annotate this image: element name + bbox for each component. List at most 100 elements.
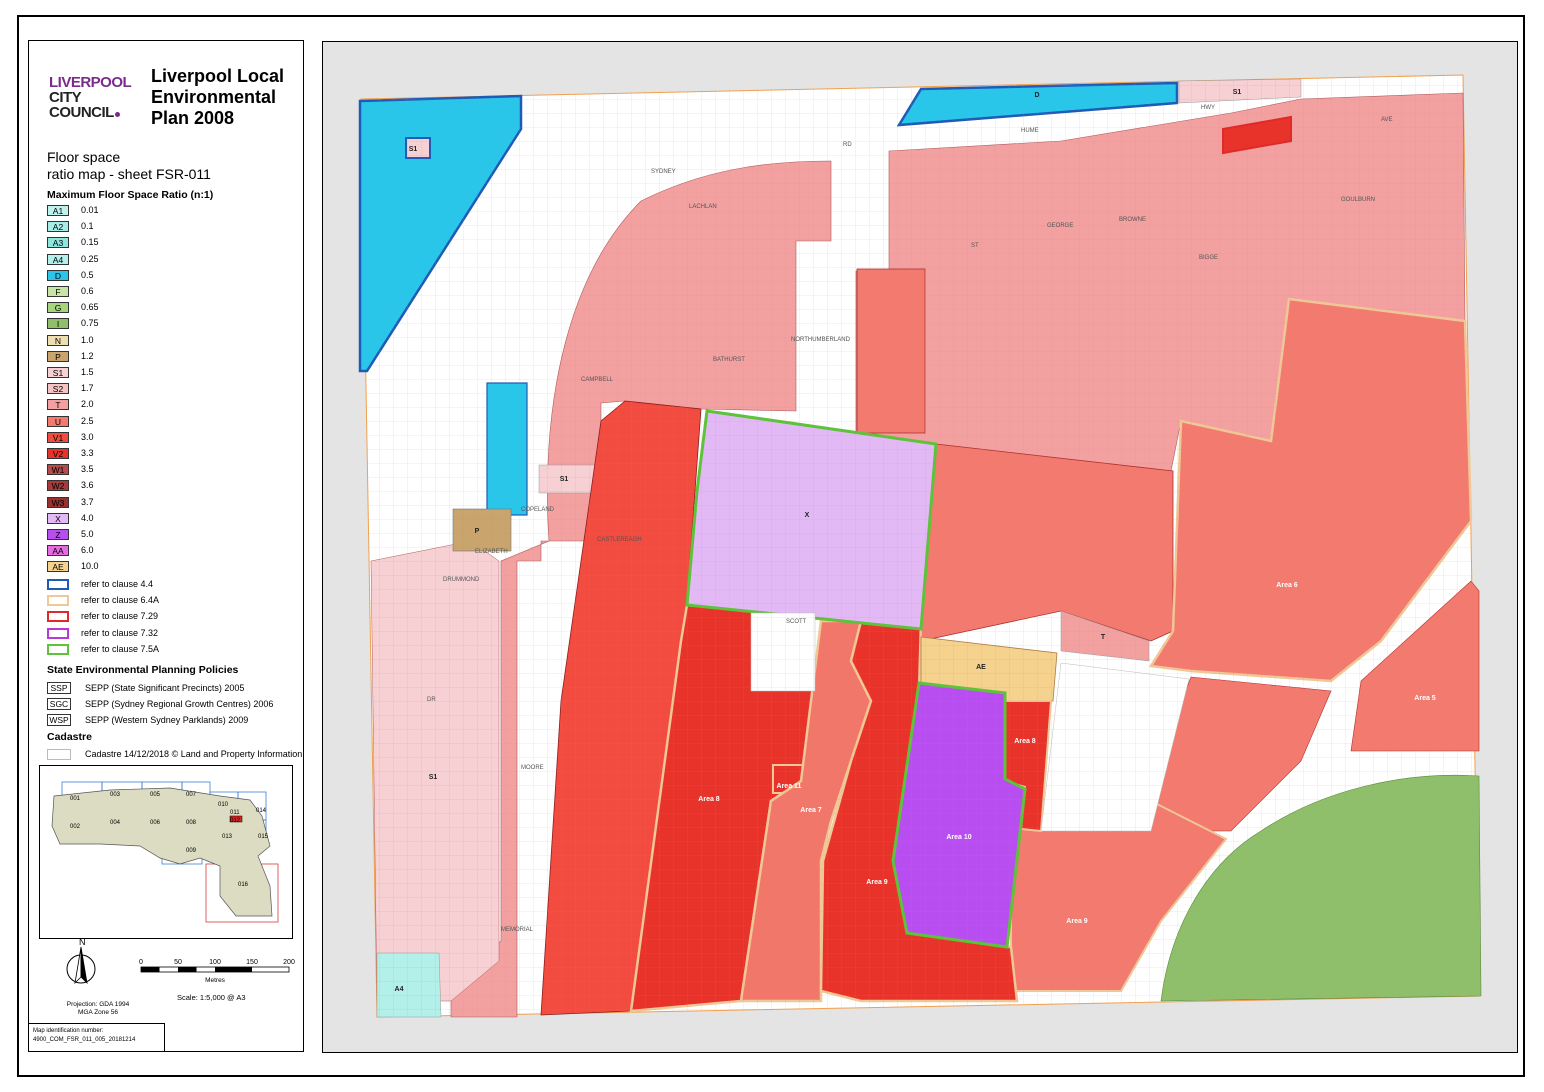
map-zone-label: T	[1101, 634, 1106, 641]
legend-swatch: S2	[47, 383, 69, 395]
keymap-sheet-label: 013	[222, 834, 233, 840]
legend-swatch: AA	[47, 545, 69, 557]
legend-value: 0.1	[81, 221, 94, 232]
legend-swatch: X	[47, 512, 69, 524]
key-map: 001 002 003 004 005 006 007 008 009 010 011 012 013 0…	[39, 765, 293, 939]
fsr-legend-heading: Maximum Floor Space Ratio (n:1)	[47, 189, 214, 201]
legend-swatch: W2	[47, 480, 69, 492]
map-zone-label: X	[805, 512, 810, 519]
street-label: COPELAND	[521, 507, 555, 513]
clause-label: refer to clause 7.5A	[81, 643, 160, 654]
keymap-sheet-label: 006	[150, 820, 161, 826]
scale-text: Scale: 1:5,000 @ A3	[177, 993, 246, 1002]
plan-title-line-1: Liverpool Local	[151, 66, 285, 86]
map-zone-label: Area 9	[866, 879, 888, 886]
sepp-label: SEPP (Western Sydney Parklands) 2009	[85, 715, 249, 725]
legend-value: 3.0	[81, 431, 94, 442]
legend-value: 0.65	[81, 302, 99, 313]
clause-swatch	[47, 611, 69, 623]
map-zone-label: S1	[429, 774, 438, 781]
scale-tick-label: 200	[283, 959, 295, 966]
cadastre-heading: Cadastre	[47, 731, 92, 743]
plan-title-line-2: Environmental	[151, 87, 277, 107]
legend-swatch: AE	[47, 561, 69, 573]
street-label: CASTLEREAGH	[597, 537, 642, 543]
keymap-sheet-label: 004	[110, 820, 121, 826]
cadastre-label: Cadastre 14/12/2018 © Land and Property …	[85, 749, 303, 759]
legend-sepp-wsp: WSP SEPP (Western Sydney Parklands) 2009	[47, 714, 307, 727]
sheet-title: Floor space ratio map - sheet FSR-011	[47, 149, 297, 183]
clause-label: refer to clause 7.29	[81, 611, 159, 622]
keymap-sheet-label: 001	[70, 796, 81, 802]
north-arrow-icon	[66, 946, 96, 985]
legend-value: 1.0	[81, 334, 94, 345]
sepp-swatch: SGC	[47, 698, 71, 710]
keymap-sheet-label: 009	[186, 848, 197, 854]
sepp-label: SEPP (State Significant Precincts) 2005	[85, 683, 245, 693]
map-zone-label: Area 9	[1066, 918, 1088, 925]
legend-swatch: P	[47, 350, 69, 362]
street-label: DR	[427, 697, 436, 703]
street-label: SCOTT	[786, 619, 807, 625]
legend-value: 3.7	[81, 496, 94, 507]
legend-value: 1.7	[81, 383, 94, 394]
logo-line-1: LIVERPOOL	[49, 74, 132, 91]
street-label: DRUMMOND	[443, 577, 480, 583]
keymap-sheet-label: 005	[150, 792, 161, 798]
keymap-sheet-label: 016	[238, 882, 249, 888]
map-zone-label: Area 11	[777, 783, 802, 790]
legend-swatch: S1	[47, 367, 69, 378]
legend-value: 3.6	[81, 480, 94, 491]
sheet-title-line-2: ratio map - sheet FSR-011	[47, 166, 211, 182]
sheet-title-line-1: Floor space	[47, 149, 121, 165]
cadastre-legend-row: Cadastre 14/12/2018 © Land and Property …	[47, 749, 307, 762]
map-zone-label: Area 8	[1014, 738, 1036, 745]
sepp-heading: State Environmental Planning Policies	[47, 664, 239, 676]
legend-value: 0.5	[81, 269, 94, 280]
keymap-sheet-label: 002	[70, 824, 81, 830]
scale-tick-label: 50	[174, 959, 182, 966]
legend-value: 4.0	[81, 512, 94, 523]
street-label: BATHURST	[713, 357, 745, 363]
keymap-sheet-label: 008	[186, 820, 197, 826]
legend-value: 3.3	[81, 448, 94, 458]
clause-label: refer to clause 4.4	[81, 579, 154, 589]
sepp-swatch: WSP	[47, 714, 71, 726]
legend-swatch: V1	[47, 431, 69, 443]
keymap-sheet-label: 014	[256, 808, 267, 814]
map-id-box: Map identification number: 4900_COM_FSR_…	[29, 1023, 165, 1051]
legend-panel: LIVERPOOL CITY COUNCIL Liverpool Local E…	[28, 40, 304, 1052]
street-label: MEMORIAL	[501, 927, 534, 933]
map-id-value: 4900_COM_FSR_011_005_20181214	[33, 1037, 136, 1043]
street-label: SYDNEY	[651, 169, 676, 175]
map-zone-label: P	[475, 528, 480, 535]
legend-swatch: Z	[47, 529, 69, 540]
legend-value: 10.0	[81, 561, 99, 572]
map-zone-label: Area 6	[1276, 582, 1298, 589]
projection-line-1: Projection: GDA 1994	[66, 1001, 130, 1008]
keymap-sheet-label: 010	[218, 802, 229, 808]
map-view[interactable]: S1 S1 S1 S1 A4 P D X AE T Area 6 Area 5 Area 8 Area 8…	[322, 41, 1518, 1053]
scale-tick-label: 0	[139, 959, 143, 966]
street-label: HUME	[1021, 128, 1039, 134]
map-zone-label: S1	[560, 476, 569, 483]
street-label: RD	[843, 142, 852, 148]
legend-sepp-ssp: SSP SEPP (State Significant Precincts) 20…	[47, 682, 307, 695]
scale-bar: 0 50 100 150 200 Metres	[137, 953, 297, 993]
legend-value: 1.5	[81, 367, 94, 377]
street-label: BROWNE	[1119, 217, 1146, 223]
legend-swatch: V2	[47, 448, 69, 459]
legend-value: 0.25	[81, 253, 99, 264]
legend-swatch: U	[47, 415, 69, 427]
scale-tick-label: 150	[246, 959, 258, 966]
cadastre-swatch	[47, 749, 71, 760]
plan-title: Liverpool Local Environmental Plan 2008	[151, 66, 301, 129]
council-logo: LIVERPOOL CITY COUNCIL	[49, 75, 139, 120]
logo-line-3: COUNCIL	[49, 104, 114, 121]
map-zone-label: S1	[1233, 89, 1242, 96]
keymap-sheet-label: 015	[258, 834, 269, 840]
keymap-sheet-label: 011	[230, 810, 240, 816]
legend-swatch: A1	[47, 205, 69, 216]
legend-swatch: W1	[47, 464, 69, 476]
street-label: CAMPBELL	[581, 377, 614, 383]
